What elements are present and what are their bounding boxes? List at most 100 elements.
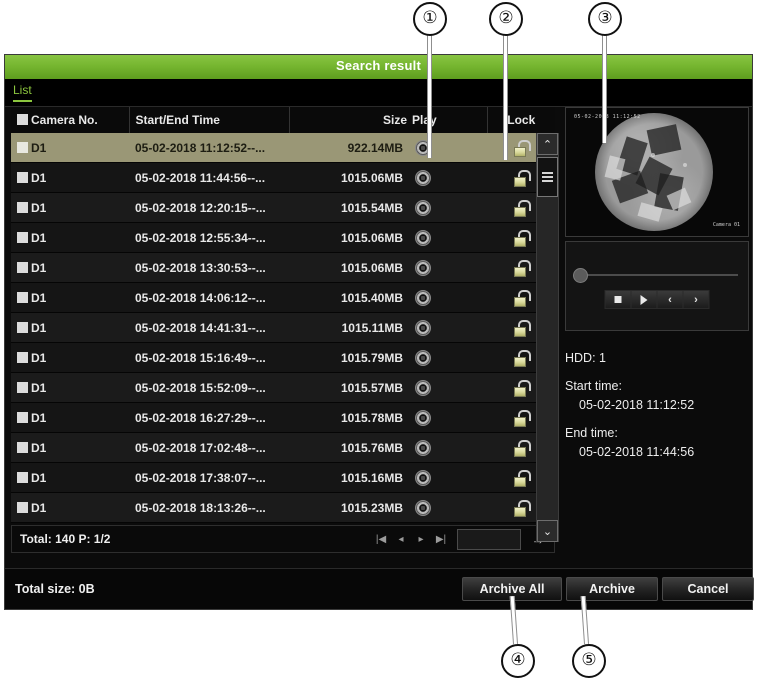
header-size[interactable]: Size bbox=[289, 107, 409, 133]
table-row[interactable]: D1 05-02-2018 12:55:34--... 1015.06MB bbox=[11, 222, 555, 253]
scroll-down-icon[interactable]: ⌄ bbox=[537, 520, 558, 542]
unlock-icon[interactable] bbox=[514, 470, 531, 487]
row-checkbox[interactable] bbox=[17, 261, 28, 273]
row-checkbox[interactable] bbox=[17, 321, 28, 333]
cell-camera-no: D1 bbox=[11, 282, 129, 313]
table-row[interactable]: D1 05-02-2018 18:13:26--... 1015.23MB bbox=[11, 492, 555, 523]
table-row[interactable]: D1 05-02-2018 12:20:15--... 1015.54MB bbox=[11, 192, 555, 223]
row-checkbox[interactable] bbox=[17, 501, 28, 513]
table-row[interactable]: D1 05-02-2018 15:52:09--... 1015.57MB bbox=[11, 372, 555, 403]
cancel-button[interactable]: Cancel bbox=[662, 577, 754, 601]
play-record-icon[interactable] bbox=[415, 229, 431, 246]
unlock-icon[interactable] bbox=[514, 200, 531, 217]
cell-play[interactable] bbox=[409, 133, 487, 163]
cell-play[interactable] bbox=[409, 432, 487, 463]
info-spacer-1 bbox=[565, 368, 749, 377]
cell-play[interactable] bbox=[409, 342, 487, 373]
cell-play[interactable] bbox=[409, 222, 487, 253]
row-checkbox[interactable] bbox=[17, 381, 28, 393]
play-record-icon[interactable] bbox=[415, 349, 431, 366]
playback-slider-track[interactable] bbox=[578, 274, 738, 276]
cell-camera-no: D1 bbox=[11, 342, 129, 373]
play-record-icon[interactable] bbox=[415, 289, 431, 306]
pager-prev-button[interactable]: ◂ bbox=[392, 529, 410, 549]
cell-start-end-time: 05-02-2018 12:55:34--... bbox=[129, 222, 289, 253]
header-start-end-time[interactable]: Start/End Time bbox=[129, 107, 290, 133]
scrollbar-thumb[interactable] bbox=[537, 157, 558, 197]
pager-next-button[interactable]: ▸ bbox=[412, 529, 430, 549]
play-button[interactable] bbox=[631, 291, 658, 308]
page-number-input[interactable] bbox=[457, 528, 521, 550]
row-checkbox[interactable] bbox=[17, 411, 28, 423]
table-row[interactable]: D1 05-02-2018 15:16:49--... 1015.79MB bbox=[11, 342, 555, 373]
cell-play[interactable] bbox=[409, 372, 487, 403]
camera-label: D1 bbox=[31, 350, 47, 365]
cell-play[interactable] bbox=[409, 462, 487, 493]
unlock-icon[interactable] bbox=[514, 410, 531, 427]
dialog-titlebar: Search result bbox=[5, 55, 752, 79]
cell-play[interactable] bbox=[409, 312, 487, 343]
unlock-icon[interactable] bbox=[514, 320, 531, 337]
pager-last-button[interactable]: ▶| bbox=[432, 529, 450, 549]
table-row[interactable]: D1 05-02-2018 16:27:29--... 1015.78MB bbox=[11, 402, 555, 433]
previous-button[interactable]: ‹ bbox=[657, 291, 684, 308]
row-checkbox[interactable] bbox=[17, 441, 28, 453]
unlock-icon[interactable] bbox=[514, 140, 531, 157]
table-row[interactable]: D1 05-02-2018 11:12:52--... 922.14MB bbox=[11, 133, 555, 163]
info-spacer-2 bbox=[565, 415, 749, 424]
row-checkbox[interactable] bbox=[17, 201, 28, 213]
cell-play[interactable] bbox=[409, 192, 487, 223]
table-row[interactable]: D1 05-02-2018 14:41:31--... 1015.11MB bbox=[11, 312, 555, 343]
table-row[interactable]: D1 05-02-2018 13:30:53--... 1015.06MB bbox=[11, 252, 555, 283]
callout-leader-3 bbox=[602, 28, 607, 143]
row-checkbox[interactable] bbox=[17, 291, 28, 303]
cell-play[interactable] bbox=[409, 252, 487, 283]
table-row[interactable]: D1 05-02-2018 11:44:56--... 1015.06MB bbox=[11, 162, 555, 193]
header-lock: Lock bbox=[487, 107, 555, 133]
play-record-icon[interactable] bbox=[415, 169, 431, 186]
pager-first-button[interactable]: |◀ bbox=[372, 529, 390, 549]
cell-size: 1015.78MB bbox=[289, 402, 409, 433]
cell-play[interactable] bbox=[409, 402, 487, 433]
select-all-checkbox[interactable] bbox=[17, 114, 28, 125]
stop-button[interactable] bbox=[605, 291, 632, 308]
camera-label: D1 bbox=[31, 170, 47, 185]
play-record-icon[interactable] bbox=[415, 319, 431, 336]
table-row[interactable]: D1 05-02-2018 17:02:48--... 1015.76MB bbox=[11, 432, 555, 463]
row-checkbox[interactable] bbox=[17, 231, 28, 243]
video-preview[interactable]: 05-02-2018 11:12:52 Camera 01 bbox=[565, 107, 749, 237]
row-checkbox[interactable] bbox=[17, 351, 28, 363]
row-checkbox[interactable] bbox=[17, 171, 28, 183]
play-record-icon[interactable] bbox=[415, 409, 431, 426]
table-header-row: Camera No. Start/End Time Size Play Lock bbox=[11, 107, 555, 133]
cell-play[interactable] bbox=[409, 492, 487, 523]
list-scrollbar[interactable]: ⌃ ⌄ bbox=[536, 133, 559, 542]
cell-play[interactable] bbox=[409, 162, 487, 193]
cell-play[interactable] bbox=[409, 282, 487, 313]
play-record-icon[interactable] bbox=[415, 499, 431, 516]
table-row[interactable]: D1 05-02-2018 17:38:07--... 1015.16MB bbox=[11, 462, 555, 493]
unlock-icon[interactable] bbox=[514, 170, 531, 187]
next-button[interactable]: › bbox=[683, 291, 709, 308]
table-row[interactable]: D1 05-02-2018 14:06:12--... 1015.40MB bbox=[11, 282, 555, 313]
row-checkbox[interactable] bbox=[17, 471, 28, 483]
callout-leader-2 bbox=[503, 28, 508, 160]
unlock-icon[interactable] bbox=[514, 230, 531, 247]
play-record-icon[interactable] bbox=[415, 199, 431, 216]
header-camera-no[interactable]: Camera No. bbox=[11, 107, 130, 133]
play-record-icon[interactable] bbox=[415, 469, 431, 486]
row-checkbox[interactable] bbox=[17, 141, 28, 153]
unlock-icon[interactable] bbox=[514, 350, 531, 367]
unlock-icon[interactable] bbox=[514, 440, 531, 457]
unlock-icon[interactable] bbox=[514, 380, 531, 397]
scroll-up-icon[interactable]: ⌃ bbox=[537, 133, 558, 155]
play-record-icon[interactable] bbox=[415, 379, 431, 396]
playback-slider-knob[interactable] bbox=[573, 268, 588, 283]
camera-label: D1 bbox=[31, 230, 47, 245]
play-record-icon[interactable] bbox=[415, 259, 431, 276]
unlock-icon[interactable] bbox=[514, 290, 531, 307]
tab-list[interactable]: List bbox=[13, 83, 32, 102]
play-record-icon[interactable] bbox=[415, 439, 431, 456]
unlock-icon[interactable] bbox=[514, 500, 531, 517]
unlock-icon[interactable] bbox=[514, 260, 531, 277]
